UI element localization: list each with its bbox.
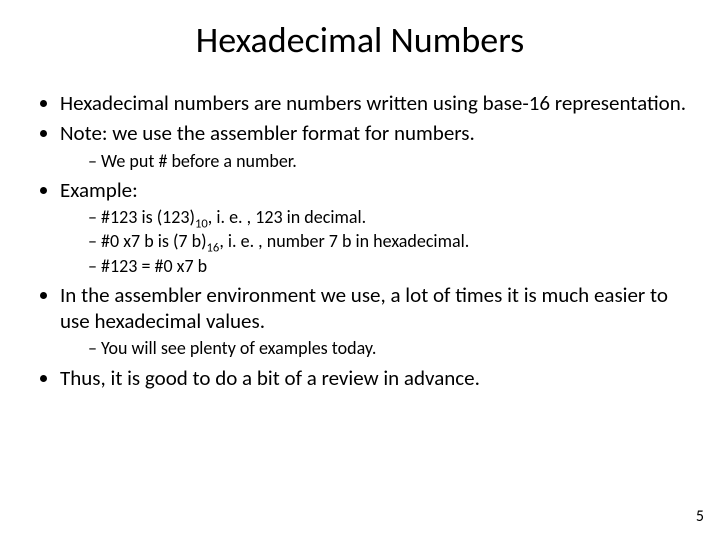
bullet-subitem: #0 x7 b is (7 b)16, i. e. , number 7 b i… [88,229,688,253]
bullet-text: In the assembler environment we use, a l… [60,282,668,334]
bullet-sublist: #123 is (123)10, i. e. , 123 in decimal.… [60,205,688,278]
bullet-item: Example: #123 is (123)10, i. e. , 123 in… [60,177,688,278]
text-run: , i. e. , 123 in decimal. [208,206,366,228]
page-number: 5 [696,507,704,526]
bullet-item: In the assembler environment we use, a l… [60,282,688,361]
bullet-item: Note: we use the assembler format for nu… [60,120,688,173]
bullet-subitem: #123 = #0 x7 b [88,254,688,278]
bullet-list: Hexadecimal numbers are numbers written … [32,90,688,391]
slide-title: Hexadecimal Numbers [32,18,688,62]
bullet-subitem: We put # before a number. [88,149,688,173]
text-run: #123 is (123) [101,206,195,228]
bullet-item: Thus, it is good to do a bit of a review… [60,365,688,391]
bullet-text: Note: we use the assembler format for nu… [60,120,475,146]
bullet-sublist: You will see plenty of examples today. [60,336,688,360]
bullet-text: Example: [60,177,138,203]
bullet-sublist: We put # before a number. [60,149,688,173]
subscript: 16 [207,241,220,256]
text-run: #0 x7 b is (7 b) [101,230,206,252]
text-run: , i. e. , number 7 b in hexadecimal. [219,230,469,252]
slide: Hexadecimal Numbers Hexadecimal numbers … [0,0,720,540]
bullet-subitem: #123 is (123)10, i. e. , 123 in decimal. [88,205,688,229]
bullet-subitem: You will see plenty of examples today. [88,336,688,360]
bullet-item: Hexadecimal numbers are numbers written … [60,90,688,116]
